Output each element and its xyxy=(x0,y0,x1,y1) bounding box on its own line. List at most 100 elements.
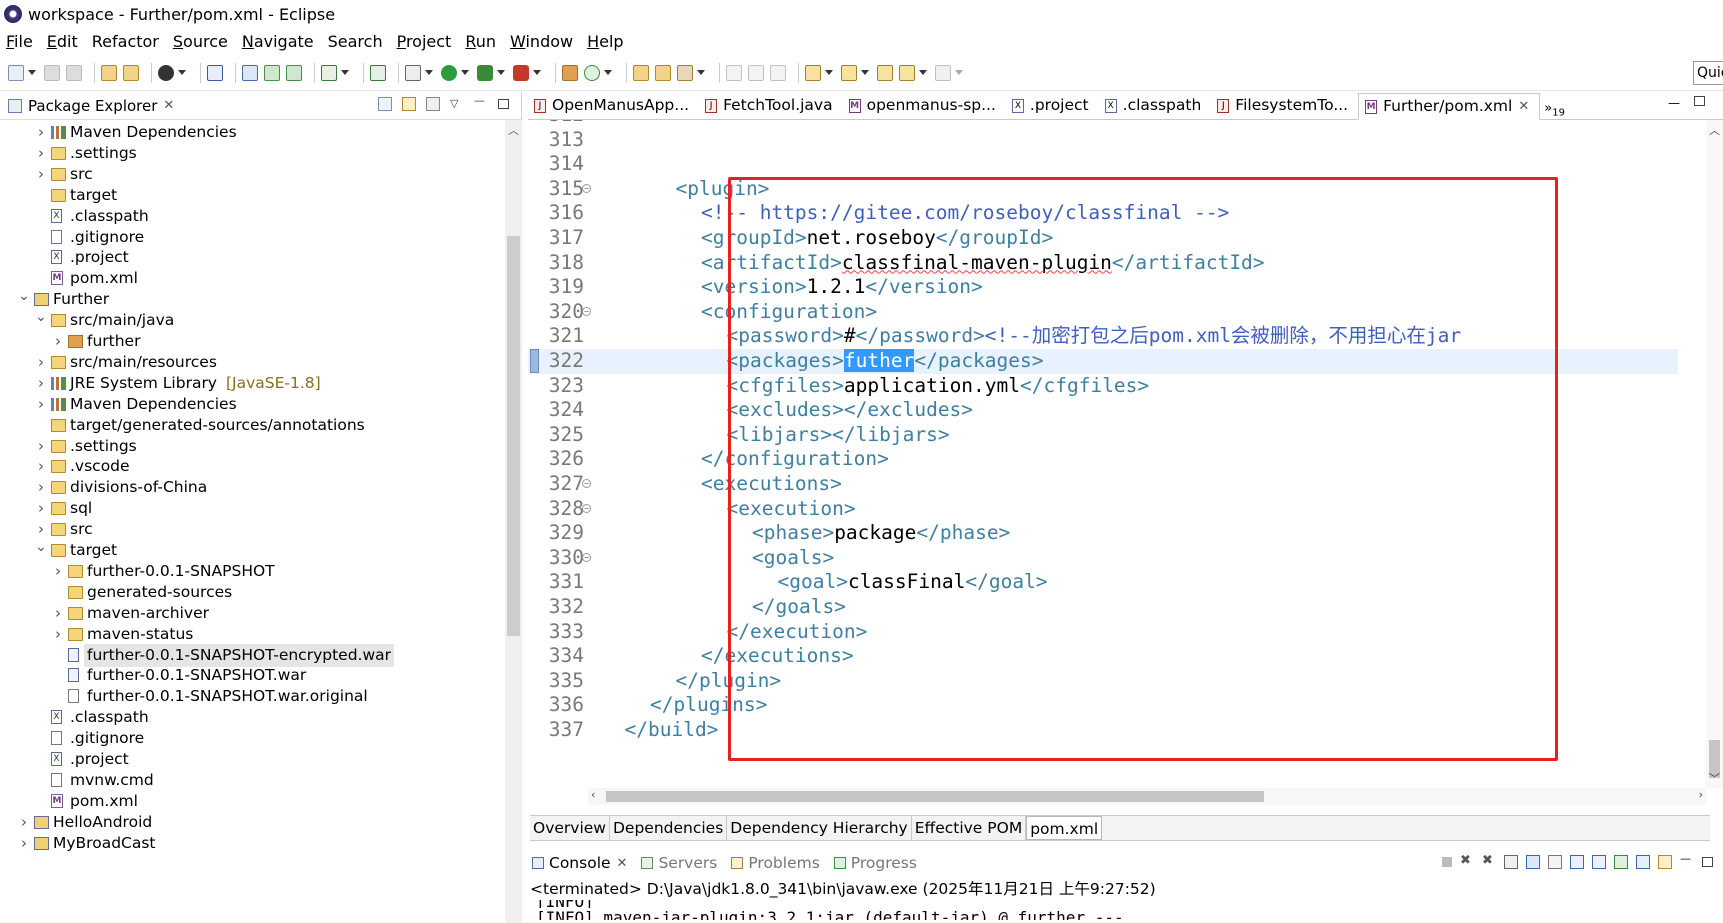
external-tools-icon[interactable] xyxy=(513,64,529,81)
scroll-down-icon[interactable]: ﹀ xyxy=(1709,770,1720,786)
show-on-output-icon[interactable] xyxy=(1570,855,1584,869)
editor-tab[interactable]: X .project xyxy=(1006,92,1099,119)
code-line[interactable]: 333 </execution> xyxy=(528,620,1678,645)
tree-item[interactable]: › JRE System Library [JavaSE-1.8] xyxy=(0,372,492,395)
minimize-icon[interactable]: — xyxy=(1668,96,1680,110)
pom-tab-pom.xml[interactable]: pom.xml xyxy=(1026,816,1103,840)
chevron-right-icon[interactable]: › xyxy=(35,393,47,416)
menu-source[interactable]: Source xyxy=(173,32,228,51)
back-icon[interactable] xyxy=(899,64,915,81)
chevron-down-icon[interactable]: ⌄ xyxy=(18,288,30,304)
editor-vertical-scrollbar[interactable]: ︿ ﹀ xyxy=(1706,120,1723,788)
task-dropdown-icon[interactable] xyxy=(341,70,349,75)
minimize-icon[interactable]: — xyxy=(474,95,488,111)
next-annotation-icon[interactable] xyxy=(805,64,821,81)
open-folder-icon[interactable] xyxy=(633,64,649,81)
fold-toggle-icon[interactable]: − xyxy=(582,306,591,316)
link-with-editor-icon[interactable] xyxy=(402,97,416,111)
tree-item[interactable]: X .classpath xyxy=(0,205,492,228)
new-package-icon[interactable] xyxy=(562,64,578,81)
scroll-up-icon[interactable]: ︿ xyxy=(508,122,519,138)
code-line[interactable]: 332 </goals> xyxy=(528,595,1678,620)
code-line[interactable]: 328− <execution> xyxy=(528,497,1678,522)
clear-console-icon[interactable] xyxy=(1504,855,1518,869)
menu-edit[interactable]: Edit xyxy=(47,32,78,51)
new-icon[interactable] xyxy=(8,64,24,81)
save-all-icon[interactable] xyxy=(66,64,82,81)
package-explorer-scrollbar[interactable]: ︿ xyxy=(505,120,522,923)
new-server-icon[interactable] xyxy=(264,64,280,81)
menu-help[interactable]: Help xyxy=(587,32,623,51)
console-output[interactable]: [INFO] [INFO] maven-jar-plugin:3.2.1:jar… xyxy=(528,900,1723,923)
refresh-dropdown-icon[interactable] xyxy=(604,70,612,75)
close-icon[interactable]: ✕ xyxy=(617,856,628,871)
skip-breakpoints-icon[interactable] xyxy=(242,64,258,81)
code-line[interactable]: 320− <configuration> xyxy=(528,300,1678,325)
menu-window[interactable]: Window xyxy=(510,32,573,51)
forward-dropdown-icon[interactable] xyxy=(955,70,963,75)
pom-tab-dependency-hierarchy[interactable]: Dependency Hierarchy xyxy=(727,816,912,840)
coverage-icon[interactable] xyxy=(477,64,493,81)
coverage-dropdown-icon[interactable] xyxy=(497,70,505,75)
terminate-icon[interactable] xyxy=(1442,857,1452,867)
tree-item[interactable]: › divisions-of-China xyxy=(0,476,492,499)
tree-item[interactable]: .gitignore xyxy=(0,727,492,750)
tree-item[interactable]: › further xyxy=(0,330,492,353)
code-line[interactable]: 319 <version>1.2.1</version> xyxy=(528,275,1678,300)
display-console-icon[interactable] xyxy=(1636,855,1650,869)
run-server-icon[interactable] xyxy=(286,64,302,81)
scroll-right-icon[interactable]: › xyxy=(1699,788,1703,801)
tab-progress[interactable]: Progress xyxy=(833,854,917,872)
code-line[interactable]: 314 xyxy=(528,152,1678,177)
tree-item[interactable]: ⌄ target xyxy=(0,539,492,562)
chevron-right-icon[interactable]: › xyxy=(35,372,47,395)
scroll-up-icon[interactable]: ︿ xyxy=(1709,122,1720,138)
menu-file[interactable]: File xyxy=(6,32,33,51)
code-line[interactable]: 331 <goal>classFinal</goal> xyxy=(528,570,1678,595)
tree-item[interactable]: › HelloAndroid xyxy=(0,811,492,834)
menu-refactor[interactable]: Refactor xyxy=(92,32,159,51)
tree-item[interactable]: ⌄ Further xyxy=(0,288,492,311)
word-wrap-icon[interactable] xyxy=(1548,855,1562,869)
code-line[interactable]: 324 <excludes></excludes> xyxy=(528,398,1678,423)
chevron-right-icon[interactable]: › xyxy=(35,476,47,499)
code-line[interactable]: 326 </configuration> xyxy=(528,447,1678,472)
run-dropdown-icon[interactable] xyxy=(461,70,469,75)
tree-item[interactable]: › .settings xyxy=(0,142,492,165)
code-line[interactable]: 329 <phase>package</phase> xyxy=(528,521,1678,546)
chevron-right-icon[interactable]: › xyxy=(18,832,30,855)
forward-icon[interactable] xyxy=(935,64,951,81)
code-line[interactable]: 317 <groupId>net.roseboy</groupId> xyxy=(528,226,1678,251)
menu-run[interactable]: Run xyxy=(465,32,496,51)
tree-item[interactable]: › maven-archiver xyxy=(0,602,492,625)
tab-problems[interactable]: Problems xyxy=(731,854,820,872)
code-line[interactable]: 312 xyxy=(528,120,1678,128)
editor-tab[interactable]: J OpenManusApp... xyxy=(528,92,699,119)
scroll-thumb[interactable] xyxy=(606,791,1264,802)
code-editor[interactable]: 312313314315−<plugin>316<!-- https://git… xyxy=(528,120,1723,800)
chevron-right-icon[interactable]: › xyxy=(35,455,47,478)
run-icon[interactable] xyxy=(441,64,457,81)
prev-annotation-dropdown-icon[interactable] xyxy=(861,70,869,75)
toggle-block-icon[interactable] xyxy=(748,64,764,81)
chevron-right-icon[interactable]: › xyxy=(52,330,64,353)
code-line[interactable]: 318 <artifactId>classfinal-maven-plugin</… xyxy=(528,251,1678,276)
next-annotation-dropdown-icon[interactable] xyxy=(825,70,833,75)
save-icon[interactable] xyxy=(44,64,60,81)
code-line[interactable]: 321 <password>#</password><!--加密打包之后pom.x… xyxy=(528,324,1678,349)
remove-all-launches-icon[interactable]: ✖ xyxy=(1482,854,1496,869)
prev-annotation-icon[interactable] xyxy=(841,64,857,81)
chevron-right-icon[interactable]: › xyxy=(52,560,64,583)
fold-toggle-icon[interactable]: − xyxy=(582,479,591,488)
chevron-right-icon[interactable]: › xyxy=(35,142,47,165)
task-icon[interactable] xyxy=(321,64,337,81)
tree-item[interactable]: › maven-status xyxy=(0,623,492,646)
deploy-icon[interactable] xyxy=(677,64,693,81)
tree-item[interactable]: Mpom.xml xyxy=(0,267,492,290)
debug-dropdown-icon[interactable] xyxy=(425,70,433,75)
chevron-right-icon[interactable]: › xyxy=(18,811,30,834)
show-on-error-icon[interactable] xyxy=(1592,855,1606,869)
open-resource-icon[interactable] xyxy=(123,64,139,81)
minimize-icon[interactable]: — xyxy=(1680,853,1694,869)
tree-item[interactable]: mvnw.cmd xyxy=(0,769,492,792)
